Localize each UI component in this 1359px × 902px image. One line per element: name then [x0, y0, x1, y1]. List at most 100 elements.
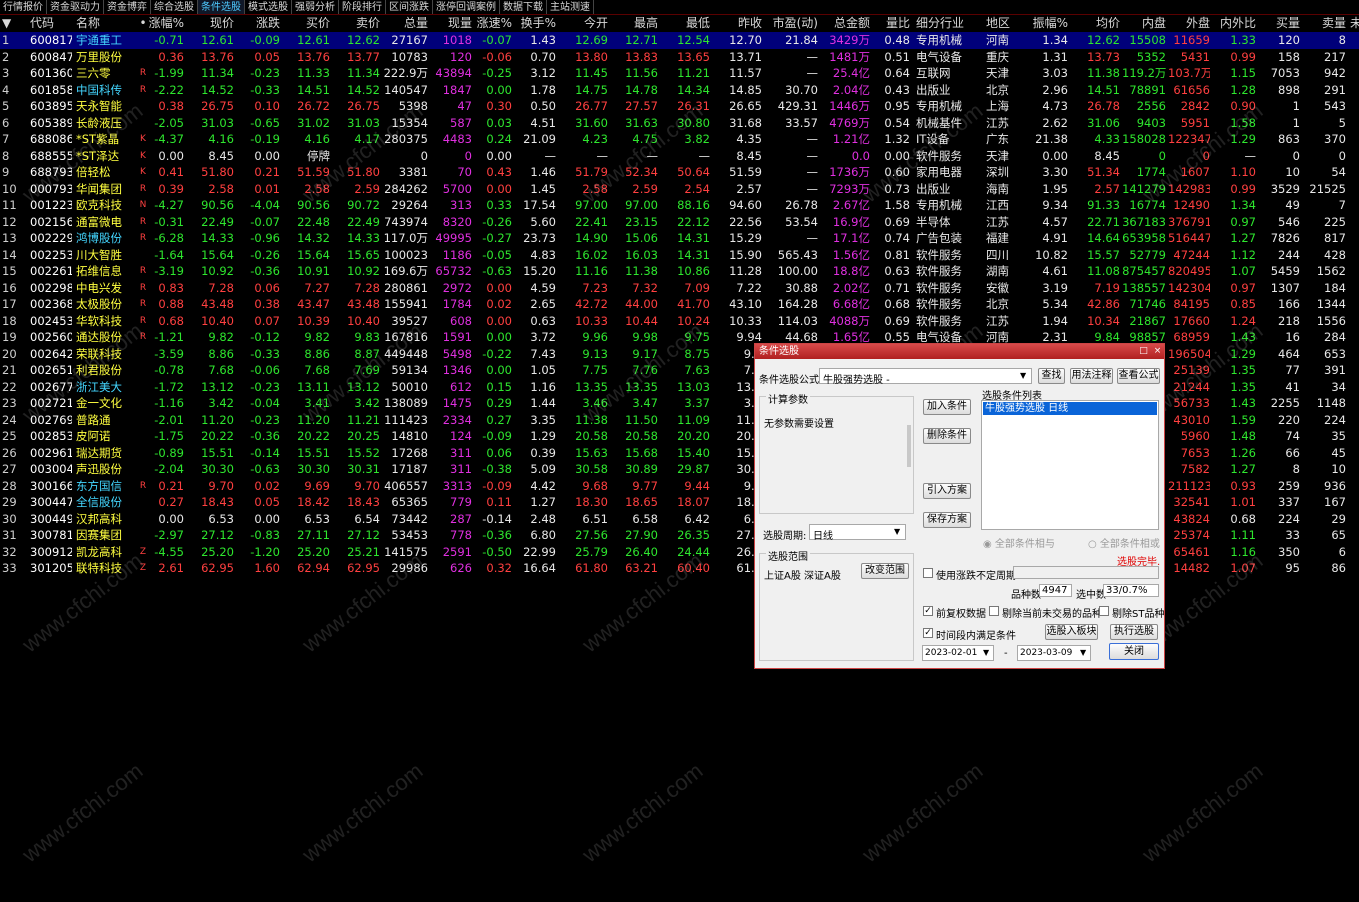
find-button[interactable]: 查找 — [1038, 368, 1065, 384]
irregular-period-checkbox[interactable] — [923, 568, 933, 578]
close-icon[interactable]: × — [1151, 346, 1164, 357]
table-row[interactable]: 14 002253 川大智胜 -1.64 15.64 -0.26 15.64 15.65 100… — [0, 247, 1359, 264]
table-row[interactable]: 5 603895 天永智能 0.38 26.75 0.10 26.72 26.75 5398 47… — [0, 98, 1359, 115]
maximize-icon[interactable]: □ — [1137, 346, 1150, 357]
view-formula-button[interactable]: 查看公式 — [1117, 368, 1160, 384]
column-header[interactable]: 代码 — [30, 15, 72, 32]
cell-reg: 江苏 — [986, 313, 1009, 328]
column-header[interactable]: 昨收 — [716, 15, 762, 32]
table-row[interactable]: 2 600847 万里股份 0.36 13.76 0.05 13.76 13.77 10783 1… — [0, 49, 1359, 66]
column-header[interactable]: 总金额 — [822, 15, 870, 32]
tab-6[interactable]: 模式选股 — [245, 0, 292, 14]
cell-code: 601858 — [30, 82, 72, 97]
delete-condition-button[interactable]: 删除条件 — [923, 428, 971, 444]
column-header[interactable]: 买量 — [1258, 15, 1300, 32]
table-row[interactable]: 1 600817 宇通重工 -0.71 12.61 -0.09 12.61 12.62 2716… — [0, 32, 1359, 49]
table-row[interactable]: 6 605389 长龄液压 -2.05 31.03 -0.65 31.02 31.03 1535… — [0, 115, 1359, 132]
table-row[interactable]: 18 002453 华软科技 R 0.68 10.40 0.07 10.39 10.40 3952… — [0, 313, 1359, 330]
tab-4[interactable]: 综合选股 — [151, 0, 198, 14]
column-header[interactable]: 卖价 — [334, 15, 380, 32]
usage-button[interactable]: 用法注释 — [1070, 368, 1113, 384]
radio-or[interactable]: ○ 全部条件相或 — [1088, 535, 1160, 550]
tab-7[interactable]: 强弱分析 — [292, 0, 339, 14]
column-header[interactable]: 总量 — [382, 15, 428, 32]
cell-code: 688086 — [30, 132, 72, 146]
tab-2[interactable]: 资金驱动力 — [47, 0, 104, 14]
tab-1[interactable]: 行情报价 — [0, 0, 47, 14]
column-header[interactable]: 现量 — [432, 15, 472, 32]
table-row[interactable]: 9 688793 倍轻松 K 0.41 51.80 0.21 51.59 51.80 3381 70… — [0, 164, 1359, 181]
column-header[interactable]: 卖量 — [1304, 15, 1346, 32]
cell-chg: -4.27 — [154, 198, 184, 212]
column-header[interactable]: 涨速% — [474, 15, 512, 32]
table-row[interactable]: 4 601858 中国科传 R -2.22 14.52 -0.33 14.51 14.52 140… — [0, 82, 1359, 99]
table-row[interactable]: 10 000793 华闻集团 R 0.39 2.58 0.01 2.58 2.59 284262 5… — [0, 181, 1359, 198]
column-header[interactable]: 今开 — [562, 15, 608, 32]
table-row[interactable]: 17 002368 太极股份 R 0.88 43.48 0.38 43.47 43.48 1559… — [0, 296, 1359, 313]
column-header[interactable]: 地区 — [986, 15, 1026, 32]
column-header[interactable]: 买价 — [284, 15, 330, 32]
table-row[interactable]: 15 002261 拓维信息 R -3.19 10.92 -0.36 10.91 10.92 16… — [0, 263, 1359, 280]
tab-3[interactable]: 资金博弈 — [104, 0, 151, 14]
table-row[interactable]: 3 601360 三六零 R -1.99 11.34 -0.23 11.33 11.34 222.… — [0, 65, 1359, 82]
cell-turn: 1.46 — [530, 165, 556, 179]
column-header[interactable]: 名称 — [76, 15, 134, 32]
execute-select-button[interactable]: 执行选股 — [1110, 624, 1158, 640]
column-header[interactable]: 量比 — [874, 15, 910, 32]
tab-12[interactable]: 主站测速 — [547, 0, 594, 14]
condition-list[interactable]: 牛股强势选股 日线 — [981, 400, 1159, 530]
column-header[interactable]: 外盘 — [1168, 15, 1210, 32]
column-header[interactable]: 现价 — [192, 15, 234, 32]
table-row[interactable]: 16 002298 中电兴发 R 0.83 7.28 0.06 7.27 7.28 280861 2… — [0, 280, 1359, 297]
column-header[interactable]: ▼ — [2, 15, 22, 32]
column-header[interactable]: 涨幅% — [146, 15, 184, 32]
table-row[interactable]: 8 688555 *ST泽达 K 0.00 8.45 0.00 停牌 0 0 0.00— — — —8.4… — [0, 148, 1359, 165]
column-header[interactable]: 细分行业 — [916, 15, 982, 32]
condition-list-item[interactable]: 牛股强势选股 日线 — [983, 402, 1157, 415]
cell-cur: 120 — [450, 49, 472, 64]
column-header[interactable]: 最高 — [612, 15, 658, 32]
table-row[interactable]: 7 688086 *ST紫晶 K -4.37 4.16 -0.19 4.16 4.17 28037… — [0, 131, 1359, 148]
date-to-input[interactable]: 2023-03-09 ▼ — [1017, 645, 1091, 661]
tab-9[interactable]: 区间涨跌 — [386, 0, 433, 14]
close-button[interactable]: 关闭 — [1109, 643, 1159, 660]
date-from-input[interactable]: 2023-02-01 ▼ — [922, 645, 994, 661]
column-header[interactable]: 均价 — [1074, 15, 1120, 32]
function-tab-bar: 行情报价 资金驱动力 资金博弈 综合选股 条件选股 模式选股 强弱分析 阶段排行 区间涨跌 涨停回… — [0, 0, 1359, 15]
save-scheme-button[interactable]: 保存方案 — [923, 512, 971, 528]
cell-spd: -0.05 — [482, 247, 512, 262]
tab-5[interactable]: 条件选股 — [198, 0, 245, 14]
period-satisfy-checkbox[interactable]: ✓ — [923, 628, 933, 638]
tab-11[interactable]: 数据下载 — [500, 0, 547, 14]
cell-n: 30 — [2, 511, 17, 526]
tab-8[interactable]: 阶段排行 — [339, 0, 386, 14]
table-row[interactable]: 13 002229 鸿博股份 R -6.28 14.33 -0.96 14.32 14.33 11… — [0, 230, 1359, 247]
column-header[interactable]: 未 — [1350, 15, 1359, 32]
period-select[interactable]: 日线 ▼ — [809, 524, 906, 542]
column-header[interactable]: 内盘 — [1122, 15, 1166, 32]
column-header[interactable]: 内外比 — [1214, 15, 1256, 32]
tab-10[interactable]: 涨停回调案例 — [433, 0, 500, 14]
column-header[interactable]: 换手% — [514, 15, 556, 32]
add-to-block-button[interactable]: 选股入板块 — [1045, 624, 1098, 640]
irregular-period-input[interactable] — [1013, 566, 1159, 579]
change-range-button[interactable]: 改变范围 — [861, 563, 909, 579]
forward-adjust-checkbox[interactable]: ✓ — [923, 606, 933, 616]
add-condition-button[interactable]: 加入条件 — [923, 399, 971, 415]
column-header[interactable]: 市盈(动) — [766, 15, 818, 32]
radio-and[interactable]: ◉ 全部条件相与 — [983, 535, 1055, 550]
column-header[interactable]: 涨跌 — [238, 15, 280, 32]
table-row[interactable]: 12 002156 通富微电 R -0.31 22.49 -0.07 22.48 22.49 74… — [0, 214, 1359, 231]
cell-io: 1.11 — [1230, 528, 1256, 542]
cell-ask: 31.03 — [347, 115, 380, 130]
exclude-untraded-checkbox[interactable] — [989, 606, 999, 616]
chevron-down-icon: ▼ — [1020, 371, 1027, 380]
column-header[interactable]: 最低 — [664, 15, 710, 32]
table-row[interactable]: 11 001223 欧克科技 N -4.27 90.56 -4.04 90.56 90.72 29… — [0, 197, 1359, 214]
params-scrollbar[interactable] — [907, 425, 911, 467]
formula-select[interactable]: 牛股强势选股 - ▼ — [819, 368, 1032, 386]
import-scheme-button[interactable]: 引入方案 — [923, 483, 971, 499]
column-header[interactable]: 振幅% — [1030, 15, 1068, 32]
exclude-st-checkbox[interactable] — [1099, 606, 1109, 616]
cell-chg: 0.00 — [158, 511, 184, 526]
